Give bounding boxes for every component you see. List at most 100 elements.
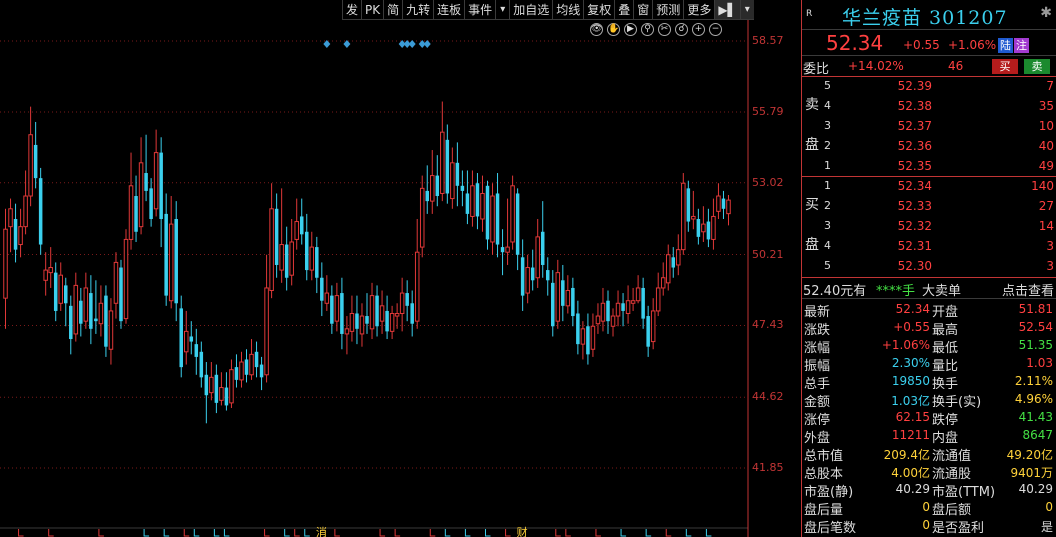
candle-body[interactable] <box>530 267 535 281</box>
candle-body[interactable] <box>108 310 114 350</box>
candle-body[interactable] <box>69 305 73 340</box>
candle-body[interactable] <box>650 310 656 343</box>
candle-body[interactable] <box>525 267 530 294</box>
toolbar-item-12[interactable]: 预测 <box>652 0 684 20</box>
candle-body[interactable] <box>576 313 580 345</box>
candle-body[interactable] <box>630 300 636 304</box>
candle-body[interactable] <box>299 216 304 235</box>
kline-chart[interactable]: 消财 58.57 55.79 53.02 50.21 47.43 44.62 41.85 发… <box>0 0 800 537</box>
candle-body[interactable] <box>28 134 33 197</box>
candle-body[interactable] <box>104 295 108 347</box>
candle-body[interactable] <box>606 300 610 322</box>
candle-body[interactable] <box>676 249 681 266</box>
candle-body[interactable] <box>641 287 645 319</box>
candle-body[interactable] <box>274 208 279 265</box>
candle-body[interactable] <box>425 190 430 202</box>
candle-body[interactable] <box>179 308 183 368</box>
toolbar-item-3[interactable]: 九转 <box>402 0 434 20</box>
candle-body[interactable] <box>691 215 696 220</box>
toolbar-item-6[interactable]: ▾ <box>495 0 510 20</box>
candle-body[interactable] <box>138 162 144 228</box>
toolbar-item-2[interactable]: 简 <box>383 0 403 20</box>
candle-body[interactable] <box>635 287 641 302</box>
candle-body[interactable] <box>219 387 224 401</box>
candle-body[interactable] <box>183 330 189 353</box>
candle-body[interactable] <box>83 287 89 322</box>
candle-body[interactable] <box>304 231 309 271</box>
candle-body[interactable] <box>465 193 470 214</box>
candle-body[interactable] <box>711 215 716 240</box>
candle-body[interactable] <box>344 328 350 335</box>
candle-body[interactable] <box>98 302 104 325</box>
candle-body[interactable] <box>500 247 505 253</box>
candle-body[interactable] <box>229 369 234 404</box>
candle-body[interactable] <box>510 185 515 243</box>
candle-body[interactable] <box>43 269 48 281</box>
candle-body[interactable] <box>535 236 540 279</box>
book-price[interactable]: 52.30 <box>892 259 932 273</box>
candle-body[interactable] <box>199 351 204 378</box>
candle-body[interactable] <box>389 312 395 332</box>
book-price[interactable]: 52.31 <box>892 239 932 253</box>
book-price[interactable]: 52.32 <box>892 219 932 233</box>
toolbar-item-4[interactable]: 连板 <box>433 0 465 20</box>
candle-body[interactable] <box>515 193 520 255</box>
candle-body[interactable] <box>58 274 63 304</box>
candle-body[interactable] <box>33 144 38 179</box>
candle-body[interactable] <box>520 257 525 296</box>
candle-body[interactable] <box>505 246 510 253</box>
candle-body[interactable] <box>681 182 686 251</box>
candle-body[interactable] <box>64 285 68 304</box>
candle-body[interactable] <box>671 257 676 268</box>
candle-body[interactable] <box>18 226 23 246</box>
candle-body[interactable] <box>414 251 420 322</box>
candle-body[interactable] <box>249 353 254 376</box>
candle-body[interactable] <box>445 139 450 194</box>
toolbar-item-8[interactable]: 均线 <box>552 0 584 20</box>
tape-view-link[interactable]: 点击查看 <box>1002 280 1054 299</box>
candle-body[interactable] <box>13 219 18 250</box>
candle-body[interactable] <box>38 178 43 245</box>
candle-body[interactable] <box>475 183 480 217</box>
candle-body[interactable] <box>665 254 671 284</box>
candle-body[interactable] <box>660 277 666 289</box>
kline-svg[interactable]: 消财 <box>0 0 800 537</box>
candle-body[interactable] <box>706 221 711 240</box>
candle-body[interactable] <box>595 315 601 325</box>
toolbar-item-15[interactable]: ▾ <box>739 0 754 20</box>
candle-body[interactable] <box>315 247 319 278</box>
candle-body[interactable] <box>430 175 435 202</box>
candle-body[interactable] <box>646 316 650 347</box>
toolbar-item-13[interactable]: 更多 <box>683 0 715 20</box>
book-price[interactable]: 52.33 <box>892 199 932 213</box>
candle-body[interactable] <box>440 131 445 194</box>
candle-body[interactable] <box>655 287 661 312</box>
candle-body[interactable] <box>330 295 334 324</box>
candle-body[interactable] <box>565 290 571 307</box>
candle-body[interactable] <box>435 175 440 197</box>
candle-body[interactable] <box>153 152 159 210</box>
stock-name-code[interactable]: 华兰疫苗 301207 <box>842 3 1008 30</box>
candle-body[interactable] <box>419 187 425 248</box>
bottom-event-label[interactable]: 财 <box>517 525 528 537</box>
candle-body[interactable] <box>696 219 701 237</box>
candle-body[interactable] <box>349 312 355 332</box>
candle-body[interactable] <box>490 195 495 243</box>
candle-body[interactable] <box>94 318 98 322</box>
candle-body[interactable] <box>375 295 379 327</box>
chart-tool-icon-6[interactable]: + <box>692 23 705 36</box>
toolbar-item-14[interactable]: ▶▌ <box>714 0 740 20</box>
big-order-tape[interactable]: 52.40元有 ****手 大卖单 点击查看 <box>802 278 1056 299</box>
candle-body[interactable] <box>214 374 219 403</box>
candle-body[interactable] <box>385 310 389 332</box>
candle-body[interactable] <box>189 336 194 342</box>
candle-body[interactable] <box>23 195 28 228</box>
candle-body[interactable] <box>590 325 596 350</box>
candle-body[interactable] <box>159 152 163 220</box>
toolbar-item-5[interactable]: 事件 <box>464 0 496 20</box>
candle-body[interactable] <box>571 287 575 317</box>
book-price[interactable]: 52.35 <box>892 159 932 173</box>
event-marker-icon[interactable] <box>408 40 416 48</box>
book-price[interactable]: 52.39 <box>892 79 932 93</box>
candle-body[interactable] <box>405 293 409 306</box>
